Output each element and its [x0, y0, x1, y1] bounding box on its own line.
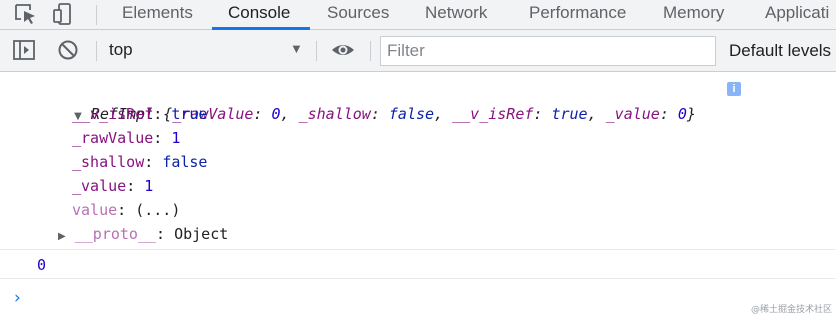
property-key: _shallow	[72, 153, 145, 171]
watermark: @稀土掘金技术社区	[750, 305, 832, 315]
toolbar-divider	[370, 41, 371, 61]
preview-value: true	[551, 105, 588, 123]
property-key: _rawValue	[72, 129, 154, 147]
tab-sources[interactable]: Sources	[327, 0, 389, 30]
preview-key: _value	[605, 105, 660, 123]
tab-performance[interactable]: Performance	[529, 0, 626, 30]
invoke-getter-link[interactable]: (...)	[135, 201, 180, 219]
tab-console[interactable]: Console	[228, 0, 290, 30]
property-key: __proto__	[74, 225, 157, 243]
collapsed-triangle-icon[interactable]: ▶	[58, 231, 66, 242]
devtools-tabbar: Elements Console Sources Network Perform…	[0, 0, 836, 30]
tab-elements[interactable]: Elements	[122, 0, 193, 30]
device-toolbar-icon[interactable]	[50, 1, 78, 28]
preview-value: 0	[677, 105, 687, 123]
clear-console-icon[interactable]	[55, 37, 83, 64]
message-divider	[0, 278, 836, 279]
log-output-value: 0	[37, 256, 47, 274]
property-value: 1	[144, 177, 154, 195]
preview-value: 0	[271, 105, 281, 123]
preview-close-brace: }	[686, 105, 696, 123]
toolbar-divider	[316, 41, 317, 61]
log-levels-dropdown[interactable]: Default levels	[729, 41, 831, 61]
message-divider	[0, 249, 836, 250]
sidebar-toggle-icon[interactable]	[11, 37, 39, 64]
preview-key: __v_isRef	[452, 105, 534, 123]
tab-network[interactable]: Network	[425, 0, 487, 30]
preview-value: false	[388, 105, 435, 123]
property-row: _rawValue: 1	[72, 129, 181, 147]
live-expression-eye-icon[interactable]	[330, 37, 358, 64]
inspect-element-icon[interactable]	[12, 1, 40, 28]
property-row: _shallow: false	[72, 153, 208, 171]
filter-input[interactable]	[380, 36, 716, 66]
preview-key: _shallow	[298, 105, 371, 123]
toolbar-divider	[96, 41, 97, 61]
property-row: __v_isRef: true	[72, 105, 208, 123]
getter-property-row[interactable]: value: (...)	[72, 198, 180, 222]
info-icon[interactable]: i	[727, 82, 741, 96]
property-row: _value: 1	[72, 177, 154, 195]
property-value: 1	[171, 129, 181, 147]
execution-context-select[interactable]: top	[109, 40, 133, 60]
console-toolbar: top ▼ Default levels	[0, 30, 836, 72]
property-key: __v_isRef	[72, 105, 154, 123]
toolbar-divider	[96, 5, 97, 25]
tab-application[interactable]: Applicati	[765, 0, 829, 30]
property-value: true	[171, 105, 208, 123]
tab-memory[interactable]: Memory	[663, 0, 724, 30]
console-output: ▼ RefImpl {_rawValue: 0, _shallow: false…	[0, 72, 836, 319]
proto-row[interactable]: ▶ __proto__: Object	[58, 222, 228, 249]
dropdown-arrow-icon[interactable]: ▼	[290, 41, 303, 56]
property-key: _value	[72, 177, 127, 195]
property-key: value	[72, 201, 118, 219]
property-value: Object	[174, 225, 229, 243]
property-value: false	[162, 153, 208, 171]
console-prompt-icon[interactable]: ›	[14, 288, 21, 308]
